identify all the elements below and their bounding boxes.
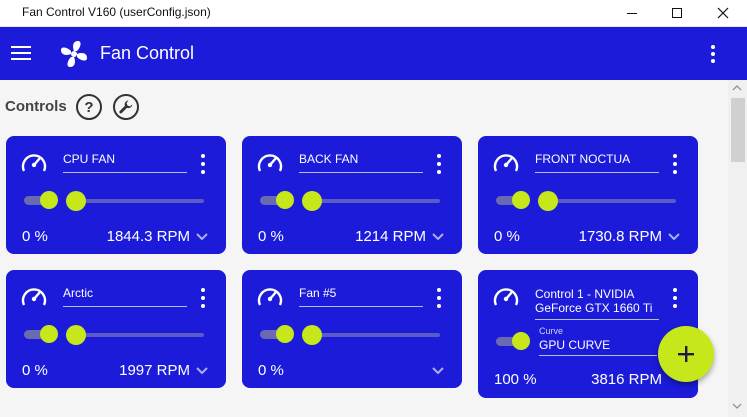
card-name-field[interactable]: BACK FAN bbox=[299, 152, 423, 173]
fan-logo-icon bbox=[59, 39, 89, 69]
chevron-down-icon[interactable] bbox=[195, 231, 209, 243]
enable-toggle[interactable] bbox=[496, 332, 530, 350]
percent-value: 0 % bbox=[494, 228, 520, 245]
rpm-value: 1730.8 RPM bbox=[578, 228, 662, 245]
rpm-value: 3816 RPM bbox=[591, 371, 662, 388]
percent-value: 0 % bbox=[22, 362, 48, 379]
curve-label: Curve bbox=[539, 326, 564, 336]
rpm-value: 1214 RPM bbox=[355, 228, 426, 245]
rpm-value: 1844.3 RPM bbox=[106, 228, 190, 245]
wrench-icon bbox=[119, 100, 133, 114]
gauge-icon bbox=[493, 154, 519, 172]
gauge-icon bbox=[493, 288, 519, 306]
control-card-back-fan[interactable]: BACK FAN 0 % 1214 RPM bbox=[242, 136, 462, 254]
hamburger-icon[interactable] bbox=[10, 43, 32, 63]
card-name-field[interactable]: Control 1 - NVIDIA GeForce GTX 1660 Ti bbox=[535, 287, 659, 320]
gauge-icon bbox=[257, 288, 283, 306]
speed-slider[interactable] bbox=[66, 325, 206, 345]
add-icon bbox=[678, 346, 694, 362]
card-name-field[interactable]: CPU FAN bbox=[63, 152, 187, 173]
chevron-down-icon[interactable] bbox=[195, 365, 209, 377]
section-title: Controls bbox=[5, 98, 67, 115]
minimize-button[interactable] bbox=[609, 0, 655, 26]
card-menu-icon[interactable] bbox=[668, 288, 682, 308]
minimize-icon bbox=[627, 13, 637, 14]
enable-toggle[interactable] bbox=[260, 325, 294, 343]
percent-value: 0 % bbox=[22, 228, 48, 245]
control-card-fan-5[interactable]: Fan #5 0 % bbox=[242, 270, 462, 388]
gauge-icon bbox=[257, 154, 283, 172]
percent-value: 0 % bbox=[258, 228, 284, 245]
gauge-icon bbox=[21, 288, 47, 306]
card-name-field[interactable]: Arctic bbox=[63, 286, 187, 307]
scroll-up-icon[interactable] bbox=[732, 84, 742, 92]
scroll-down-icon[interactable] bbox=[732, 402, 742, 410]
speed-slider[interactable] bbox=[302, 325, 442, 345]
title-bar: Fan Control V160 (userConfig.json) bbox=[0, 0, 747, 27]
settings-button[interactable] bbox=[113, 94, 139, 120]
help-icon: ? bbox=[84, 98, 94, 116]
close-icon bbox=[717, 7, 729, 19]
gauge-icon bbox=[21, 154, 47, 172]
card-menu-icon[interactable] bbox=[668, 154, 682, 174]
chevron-down-icon[interactable] bbox=[431, 365, 445, 377]
card-menu-icon[interactable] bbox=[196, 154, 210, 174]
control-card-cpu-fan[interactable]: CPU FAN 0 % 1844.3 RPM bbox=[6, 136, 226, 254]
enable-toggle[interactable] bbox=[24, 325, 58, 343]
chevron-down-icon[interactable] bbox=[667, 231, 681, 243]
speed-slider[interactable] bbox=[66, 191, 206, 211]
controls-header: Controls ? bbox=[0, 80, 728, 130]
speed-slider[interactable] bbox=[302, 191, 442, 211]
help-button[interactable]: ? bbox=[76, 94, 102, 120]
percent-value: 100 % bbox=[494, 371, 537, 388]
rpm-value: 1997 RPM bbox=[119, 362, 190, 379]
more-vertical-icon[interactable] bbox=[704, 43, 722, 65]
close-button[interactable] bbox=[700, 0, 746, 26]
card-name-field[interactable]: Fan #5 bbox=[299, 286, 423, 307]
control-card-arctic[interactable]: Arctic 0 % 1997 RPM bbox=[6, 270, 226, 388]
card-menu-icon[interactable] bbox=[432, 154, 446, 174]
add-control-button[interactable] bbox=[658, 326, 714, 382]
maximize-button[interactable] bbox=[654, 0, 700, 26]
percent-value: 0 % bbox=[258, 362, 284, 379]
window-title: Fan Control V160 (userConfig.json) bbox=[22, 5, 211, 19]
enable-toggle[interactable] bbox=[496, 191, 530, 209]
maximize-icon bbox=[672, 8, 682, 18]
curve-select[interactable]: GPU CURVE bbox=[539, 338, 657, 356]
control-card-front-noctua[interactable]: FRONT NOCTUA 0 % 1730.8 RPM bbox=[478, 136, 698, 254]
card-menu-icon[interactable] bbox=[196, 288, 210, 308]
card-name-field[interactable]: FRONT NOCTUA bbox=[535, 152, 659, 173]
vertical-scrollbar[interactable] bbox=[728, 80, 747, 417]
card-menu-icon[interactable] bbox=[432, 288, 446, 308]
chevron-down-icon[interactable] bbox=[431, 231, 445, 243]
app-title: Fan Control bbox=[100, 43, 195, 63]
app-bar: Fan Control bbox=[0, 27, 747, 80]
enable-toggle[interactable] bbox=[24, 191, 58, 209]
speed-slider[interactable] bbox=[538, 191, 678, 211]
enable-toggle[interactable] bbox=[260, 191, 294, 209]
scrollbar-thumb[interactable] bbox=[731, 98, 745, 162]
app-window: Fan Control V160 (userConfig.json) Fan C… bbox=[0, 0, 747, 417]
